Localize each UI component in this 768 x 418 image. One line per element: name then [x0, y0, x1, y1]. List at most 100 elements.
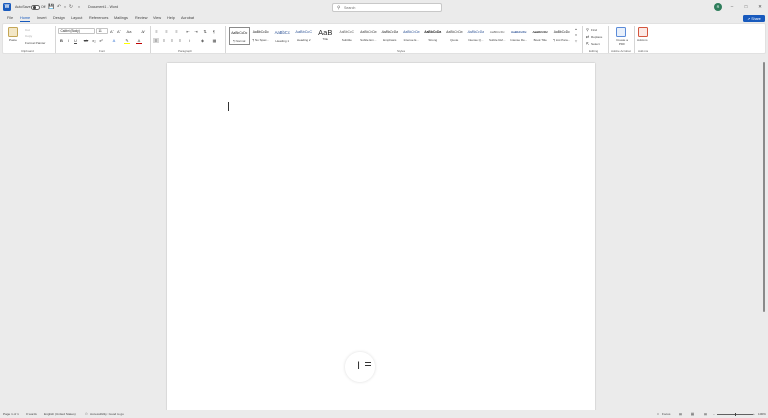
style-item[interactable]: AaBbCcDc Subtle Ref... — [487, 27, 508, 45]
format-painter-button[interactable]: Format Painter — [25, 41, 45, 45]
search-box[interactable]: ⚲ Search — [332, 2, 442, 12]
language[interactable]: English (United States) — [44, 412, 76, 416]
find-button[interactable]: Find — [591, 28, 597, 32]
style-preview: AaBbCcDa — [446, 30, 463, 34]
tab-view[interactable]: View — [153, 16, 161, 20]
print-layout-icon[interactable]: ▤ — [691, 411, 694, 416]
tab-references[interactable]: References — [89, 16, 108, 20]
tab-home[interactable]: Home — [20, 16, 31, 22]
read-mode-icon[interactable]: ▤ — [679, 412, 682, 416]
multilevel-list-icon[interactable]: ≡ — [173, 29, 180, 34]
bold-icon[interactable]: B — [59, 38, 64, 43]
web-layout-icon[interactable]: ▤ — [704, 412, 707, 416]
show-formatting-icon[interactable]: ¶ — [211, 29, 217, 34]
style-item[interactable]: AaBbCcDa Quote — [444, 27, 465, 45]
style-item[interactable]: AaBbCcDc ¶ No Spac... — [251, 27, 272, 45]
style-item[interactable]: AaBbCcDa Subtle Em... — [358, 27, 379, 45]
styles-scroll-down-icon[interactable]: ▾ — [574, 33, 578, 38]
superscript-icon[interactable]: x² — [98, 38, 104, 43]
style-item[interactable]: AaBbCcC Subtitle — [337, 27, 358, 45]
font-family-select[interactable]: Calibri (Body) — [58, 28, 95, 34]
document-page[interactable] — [167, 63, 595, 411]
style-item[interactable]: AaBbCcDa Emphasis — [380, 27, 401, 45]
add-ins-icon[interactable] — [638, 27, 648, 37]
highlight-icon[interactable]: ✎ — [124, 38, 130, 44]
tab-design[interactable]: Design — [53, 16, 65, 20]
find-icon: ⚲ — [586, 27, 589, 32]
bullets-icon[interactable]: ≡ — [153, 29, 160, 34]
style-item[interactable]: AaBbCcC Heading 2 — [294, 27, 315, 45]
styles-more-icon[interactable]: ▽ — [574, 39, 578, 44]
sort-icon[interactable]: ⇅ — [202, 29, 208, 34]
style-item[interactable]: AaBbCcDa Strong — [423, 27, 444, 45]
style-item[interactable]: AaBbCcDc ¶ List Para... — [552, 27, 573, 45]
replace-button[interactable]: Replace — [591, 35, 602, 39]
paste-button[interactable]: Paste — [9, 38, 17, 42]
style-item[interactable]: AaBbCc Heading 1 — [272, 27, 293, 45]
select-button[interactable]: Select — [591, 42, 600, 46]
minimize-icon[interactable]: – — [728, 3, 736, 11]
text-effects-icon[interactable]: A — [111, 38, 117, 43]
autosave-toggle[interactable] — [31, 4, 40, 10]
copy-button[interactable]: Copy — [25, 34, 32, 38]
paste-icon[interactable] — [8, 27, 18, 37]
zoom-in-icon[interactable]: + — [753, 412, 755, 416]
zoom-level[interactable]: 100% — [758, 412, 766, 416]
style-name: Strong — [428, 37, 438, 42]
align-left-icon[interactable]: ≡ — [153, 37, 159, 43]
tab-help[interactable]: Help — [167, 16, 175, 20]
redo-icon[interactable]: ↻ — [68, 4, 74, 10]
strikethrough-icon[interactable]: ab — [83, 38, 89, 43]
style-item[interactable]: AaBbCcDa Intense Q... — [466, 27, 487, 45]
tab-insert[interactable]: Insert — [37, 16, 47, 20]
grow-font-icon[interactable]: Aˆ — [109, 29, 115, 34]
vertical-scrollbar[interactable] — [762, 56, 766, 408]
decrease-indent-icon[interactable]: ⇤ — [185, 29, 191, 34]
create-pdf-icon[interactable] — [616, 27, 626, 37]
clear-formatting-icon[interactable]: A∕ — [140, 29, 146, 34]
justify-icon[interactable]: ≡ — [177, 38, 183, 43]
styles-scroll-up-icon[interactable]: ▴ — [574, 27, 578, 32]
save-icon[interactable]: 💾 — [48, 4, 54, 10]
line-spacing-icon[interactable]: ↕ — [186, 38, 193, 43]
style-item[interactable]: AaB Title — [315, 27, 336, 45]
avatar[interactable]: R — [714, 3, 722, 11]
share-button[interactable]: ↗ Share — [743, 15, 765, 22]
tab-layout[interactable]: Layout — [71, 16, 82, 20]
word-count[interactable]: 0 words — [26, 412, 37, 416]
borders-icon[interactable]: ▦ — [211, 38, 218, 43]
style-preview: AaBbCcC — [295, 30, 313, 34]
align-right-icon[interactable]: ≡ — [169, 38, 175, 43]
accessibility-status[interactable]: Accessibility: Good to go — [90, 412, 124, 416]
close-icon[interactable]: ✕ — [756, 3, 764, 11]
zoom-slider-thumb[interactable] — [735, 412, 736, 416]
tab-review[interactable]: Review — [135, 16, 147, 20]
focus-button[interactable]: Focus — [662, 412, 670, 416]
numbering-icon[interactable]: ≡ — [163, 29, 170, 34]
style-item[interactable]: AaBbCcDa Intense E... — [401, 27, 422, 45]
style-item[interactable]: AaBbCcDc Intense Re... — [509, 27, 530, 45]
customize-toolbar-icon[interactable]: ▾ — [76, 4, 82, 10]
shrink-font-icon[interactable]: Aˇ — [116, 29, 122, 34]
tab-mailings[interactable]: Mailings — [114, 16, 128, 20]
cut-button[interactable]: Cut — [25, 28, 30, 32]
increase-indent-icon[interactable]: ⇥ — [193, 29, 199, 34]
page-count[interactable]: Page 1 of 1 — [3, 412, 19, 416]
style-item[interactable]: AaBbCcDc Book Title — [530, 27, 551, 45]
align-center-icon[interactable]: ≡ — [161, 38, 167, 43]
maximize-icon[interactable]: □ — [742, 3, 750, 11]
style-item[interactable]: AaBbCcDc ¶ Normal — [229, 27, 250, 45]
font-color-icon[interactable]: A — [136, 38, 142, 44]
subscript-icon[interactable]: x₂ — [91, 38, 97, 43]
shading-icon[interactable]: ◈ — [199, 38, 206, 43]
italic-icon[interactable]: I — [66, 38, 71, 43]
font-size-select[interactable]: 11 — [96, 28, 108, 34]
create-pdf-button[interactable]: Create a PDF — [616, 38, 628, 46]
tab-file[interactable]: File — [7, 16, 13, 20]
add-ins-button[interactable]: Add-ins — [637, 38, 648, 42]
zoom-out-icon[interactable]: – — [713, 412, 715, 416]
scrollbar-thumb[interactable] — [763, 62, 765, 312]
change-case-icon[interactable]: Aa — [125, 29, 133, 34]
tab-acrobat[interactable]: Acrobat — [181, 16, 194, 20]
underline-icon[interactable]: U — [73, 38, 78, 43]
